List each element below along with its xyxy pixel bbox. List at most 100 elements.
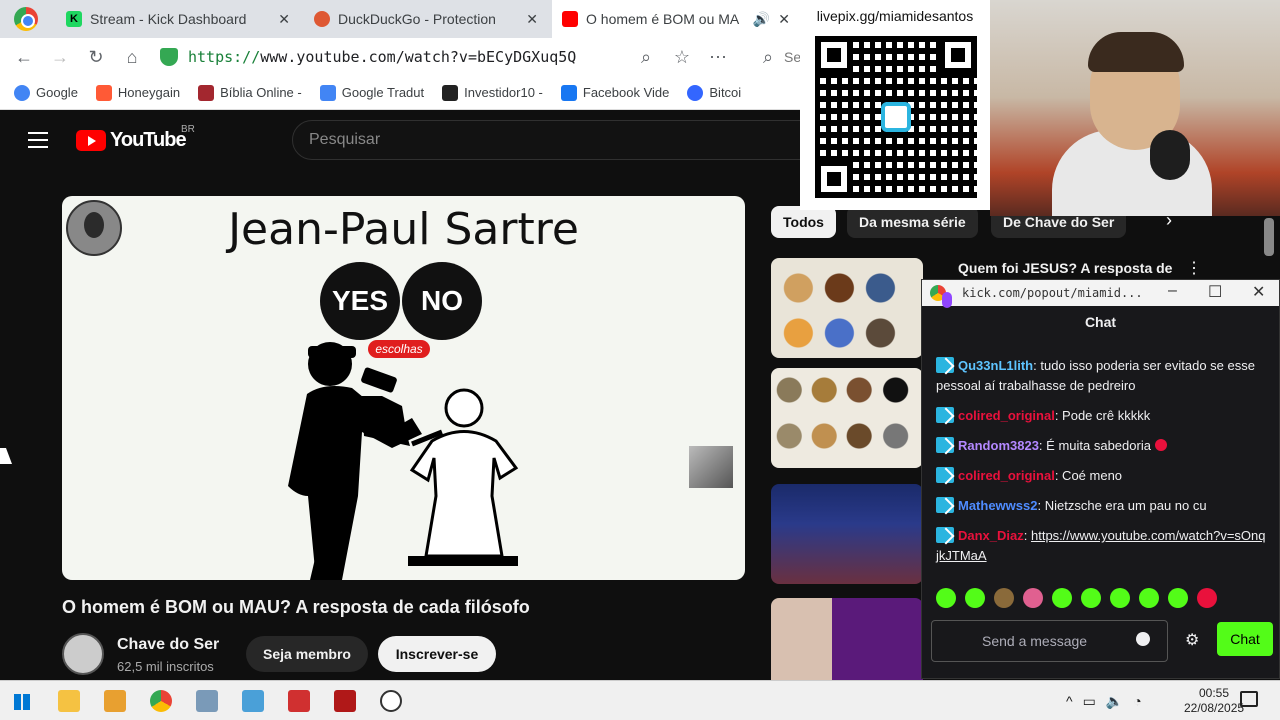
calculator-icon[interactable] (288, 690, 310, 712)
join-button[interactable]: Seja membro (246, 636, 368, 672)
recommended-thumbnail[interactable] (771, 368, 923, 468)
video-player[interactable]: Jean-Paul Sartre YES NO escolhas (62, 196, 745, 580)
send-chat-button[interactable]: Chat (1217, 622, 1273, 656)
browser-logo-icon (14, 7, 38, 31)
emote-icon[interactable] (1052, 588, 1072, 608)
bitcoin-icon (687, 84, 704, 101)
mouse-cursor (0, 448, 12, 464)
bookmark-star-icon[interactable]: ☆ (670, 45, 694, 69)
webcam-feed (990, 0, 1280, 216)
emoji-icon[interactable] (1136, 632, 1150, 646)
close-tab-icon[interactable]: ✕ (526, 11, 538, 28)
tab-kick-dashboard[interactable]: K Stream - Kick Dashboard ✕ (56, 0, 300, 38)
chip-same-series[interactable]: Da mesma série (847, 206, 978, 238)
kick-badge-icon (936, 357, 954, 373)
youtube-icon (562, 11, 578, 27)
bookmark-investidor10[interactable]: Investidor10 - (442, 84, 543, 101)
chat-message-input[interactable]: Send a message (931, 620, 1168, 662)
search-icon[interactable]: ⌕ (756, 45, 780, 69)
facebook-icon (560, 84, 577, 101)
emote-icon[interactable] (1197, 588, 1217, 608)
search-box-hint[interactable]: Se (784, 49, 801, 65)
close-icon[interactable]: ✕ (1252, 282, 1265, 302)
emote-icon[interactable] (1023, 588, 1043, 608)
gear-icon[interactable]: ⚙ (1185, 630, 1199, 650)
close-tab-icon[interactable]: ✕ (278, 11, 290, 28)
recommended-thumbnail[interactable] (771, 484, 923, 584)
honeygain-icon (95, 84, 112, 101)
chat-messages: Qu33nL1lith: tudo isso poderia ser evita… (936, 356, 1266, 576)
menu-icon[interactable] (28, 132, 48, 148)
kick-badge-icon (936, 407, 954, 423)
chevron-up-icon[interactable]: ^ (1066, 693, 1073, 710)
chat-message: Mathewwss2: Nietzsche era um pau no cu (936, 496, 1266, 516)
chat-message: Qu33nL1lith: tudo isso poderia ser evita… (936, 357, 1255, 393)
emote-icon[interactable] (1081, 588, 1101, 608)
emote-icon[interactable] (965, 588, 985, 608)
chat-message: Danx_Diaz: https://www.youtube.com/watch… (936, 527, 1266, 563)
emote-icon[interactable] (994, 588, 1014, 608)
back-icon[interactable]: ← (12, 45, 36, 69)
recommended-thumbnail[interactable] (771, 258, 923, 358)
emote-icon[interactable] (1168, 588, 1188, 608)
bookmark-google[interactable]: Google (14, 84, 78, 101)
player-title-text: Jean-Paul Sartre (228, 204, 579, 255)
chrome-icon[interactable] (150, 690, 172, 712)
google-icon (14, 84, 30, 101)
bookmark-honeygain[interactable]: Honeygain (95, 84, 180, 101)
qr-code (815, 36, 977, 198)
close-tab-icon[interactable]: ✕ (778, 11, 790, 28)
reload-icon[interactable]: ↻ (84, 45, 108, 69)
system-clock[interactable]: 00:55 22/08/2025 (1184, 686, 1244, 716)
flash-icon[interactable] (334, 690, 356, 712)
network-icon[interactable]: ▭ (1083, 693, 1096, 710)
kick-badge-icon (936, 437, 954, 453)
youtube-logo[interactable]: YouTube BR (76, 124, 195, 152)
url-text: www.youtube.com/watch?v=bECyDGXuq5Q (260, 48, 577, 66)
scrollbar[interactable] (1264, 218, 1274, 256)
windows-start-icon[interactable] (14, 694, 30, 710)
minimize-icon[interactable]: – (1168, 282, 1177, 300)
emote-icon[interactable] (936, 588, 956, 608)
more-options-icon[interactable]: ⋮ (1186, 258, 1202, 278)
emote-icon[interactable] (1110, 588, 1130, 608)
tab-duckduckgo[interactable]: DuckDuckGo - Protection ✕ (304, 0, 548, 38)
bookmark-bitcoin[interactable]: Bitcoi (687, 84, 741, 101)
wifi-icon[interactable]: ◔ (1133, 693, 1141, 710)
obs-icon[interactable] (380, 690, 402, 712)
home-icon[interactable]: ⌂ (120, 45, 144, 69)
translate-icon (319, 84, 336, 101)
bookmark-facebook[interactable]: Facebook Vide (560, 84, 669, 101)
file-explorer-icon[interactable] (58, 690, 80, 712)
chip-all[interactable]: Todos (771, 206, 836, 238)
media-player-icon[interactable] (104, 690, 126, 712)
pix-qr-overlay: livepix.gg/miamidesantos (800, 0, 990, 210)
emote-icon[interactable] (1139, 588, 1159, 608)
kick-badge-icon (936, 527, 954, 543)
speaker-icon[interactable]: 🔊 (753, 11, 770, 28)
youtube-play-icon (76, 130, 106, 151)
channel-avatar[interactable] (62, 633, 104, 675)
microphone-icon[interactable] (942, 292, 952, 308)
tab-youtube-video[interactable]: O homem é BOM ou MA 🔊 ✕ (552, 0, 800, 38)
choice-label: escolhas (368, 340, 430, 358)
app-icon[interactable] (196, 690, 218, 712)
qr-logo (881, 102, 911, 132)
subscribe-button[interactable]: Inscrever-se (378, 636, 496, 672)
chat-window-titlebar: kick.com/popout/miamid... – ☐ ✕ (922, 280, 1279, 306)
forward-icon[interactable]: → (48, 45, 72, 69)
zoom-icon[interactable]: ⌕ (634, 45, 658, 69)
volume-icon[interactable]: 🔈 (1106, 693, 1123, 710)
notification-icon[interactable] (1240, 691, 1258, 707)
bookmark-biblia[interactable]: Bíblia Online - (198, 84, 302, 101)
pix-label: livepix.gg/miamidesantos (816, 8, 974, 24)
more-icon[interactable]: ⋯ (706, 45, 730, 69)
recommended-title[interactable]: Quem foi JESUS? A resposta de (958, 260, 1172, 276)
channel-name[interactable]: Chave do Ser (117, 636, 219, 654)
maximize-icon[interactable]: ☐ (1208, 282, 1222, 302)
kick-badge-icon (936, 497, 954, 513)
chat-header: Chat (1084, 314, 1117, 330)
search-input[interactable]: Pesquisar (292, 120, 812, 160)
notepad-icon[interactable] (242, 690, 264, 712)
bookmark-translate[interactable]: Google Tradut (319, 84, 424, 101)
